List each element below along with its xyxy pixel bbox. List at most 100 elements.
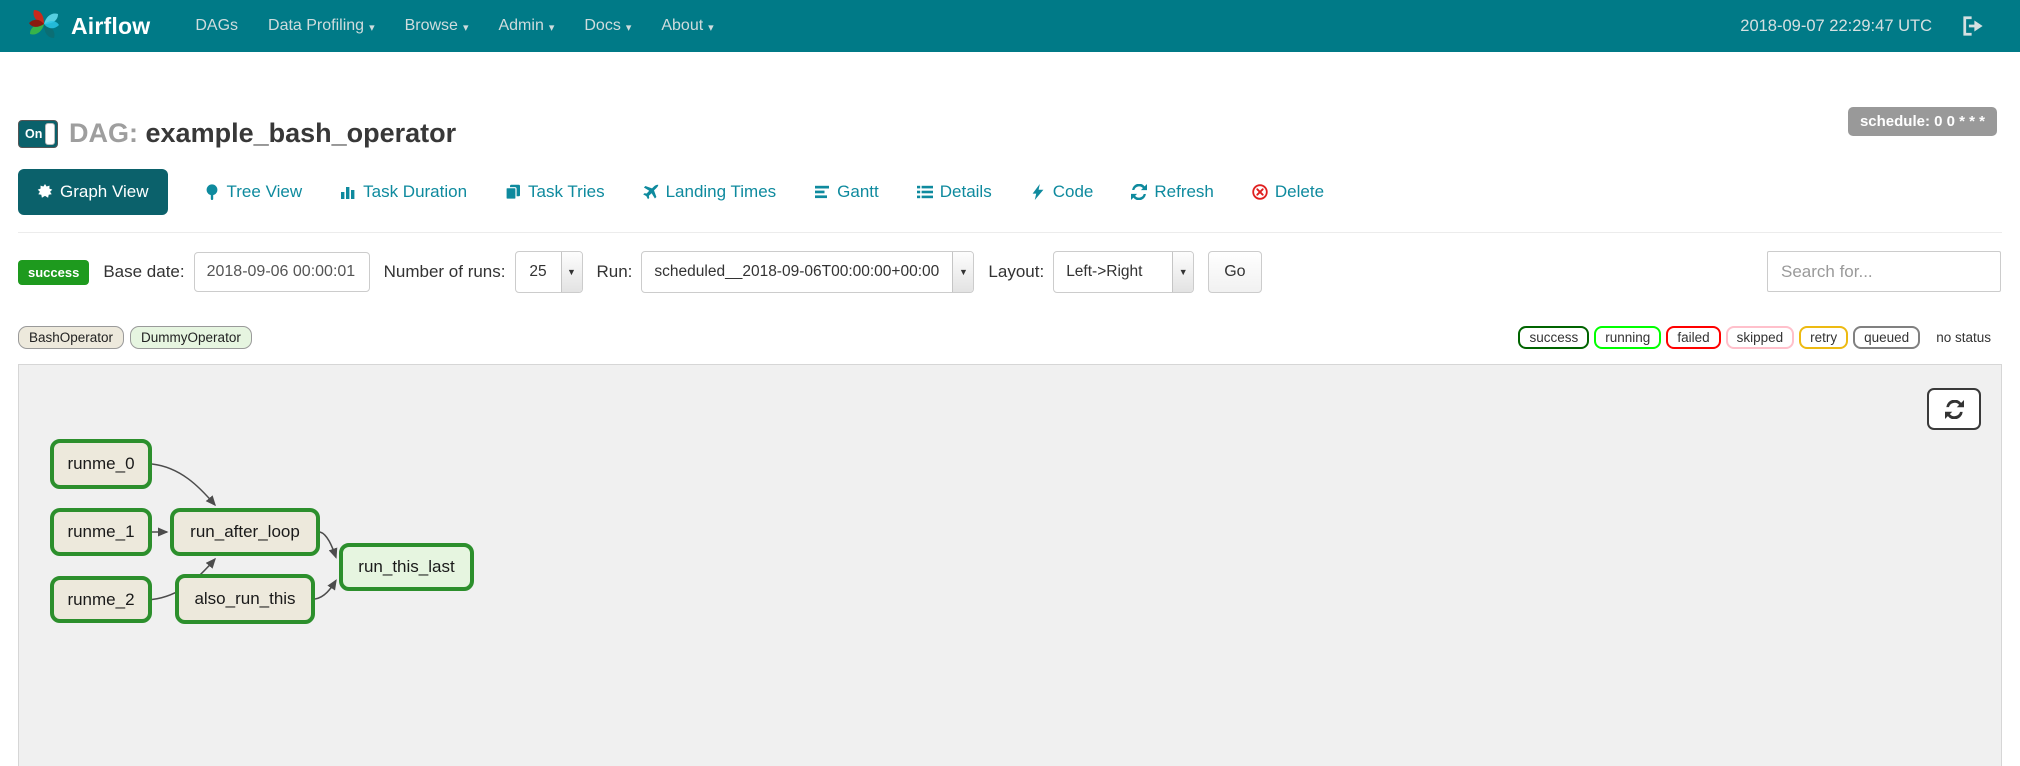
tab-task-tries[interactable]: Task Tries [503, 169, 607, 215]
status-pill-skipped: skipped [1725, 326, 1795, 349]
schedule-badge: schedule: 0 0 * * * [1847, 107, 1997, 136]
status-pill-running: running [1594, 326, 1662, 349]
tab-label: Refresh [1154, 182, 1214, 201]
dag-prefix: DAG: [69, 118, 138, 148]
run-label: Run: [596, 262, 633, 281]
dag-edges [151, 463, 338, 601]
chevron-down-icon: ▼ [952, 252, 974, 292]
graph-node-runme-2[interactable]: runme_2 [50, 576, 152, 623]
tab-label: Details [939, 182, 992, 201]
view-tabs: Graph View Tree View Task Duration Task Tri… [18, 169, 2002, 215]
operator-legend: BashOperator DummyOperator [18, 326, 252, 349]
plane-icon [642, 184, 659, 200]
run-value: scheduled__2018-09-06T00:00:00+00:00 [654, 263, 940, 280]
dag-edge-run-after-loop-to-run-this-last [319, 531, 338, 559]
dag-edge-runme-0-to-run-after-loop [151, 463, 216, 507]
refresh-icon [1131, 184, 1148, 200]
num-runs-label: Number of runs: [383, 262, 506, 281]
dag-pause-toggle[interactable]: On [18, 119, 58, 148]
brand-name: Airflow [71, 12, 151, 39]
graph-refresh-button[interactable] [1927, 388, 1981, 430]
delete-icon [1252, 184, 1268, 200]
status-legend: success running failed skipped retry queued no… [1518, 326, 2002, 349]
nav-menu: DAGs Data Profiling ▾ Browse ▾ Admin ▾ Docs ▾ Abo… [180, 17, 728, 35]
divider [18, 232, 2002, 233]
tab-label: Tree View [226, 182, 303, 201]
tab-label: Task Duration [363, 182, 468, 201]
chevron-down-icon: ▼ [560, 252, 582, 292]
status-pill-success: success [1518, 326, 1590, 349]
chevron-down-icon: ▾ [462, 21, 469, 34]
utc-clock: 2018-09-07 22:29:47 UTC [1740, 16, 1932, 35]
layout-label: Layout: [988, 262, 1045, 281]
airflow-pinwheel-icon [26, 6, 62, 47]
graph-node-runme-0[interactable]: runme_0 [50, 439, 152, 489]
nav-item-docs[interactable]: Docs ▾ [569, 17, 646, 35]
dagrun-status-badge: success [18, 259, 90, 285]
status-pill-queued: queued [1853, 326, 1921, 349]
tab-tree-view[interactable]: Tree View [202, 169, 305, 215]
airflow-brand[interactable]: Airflow [26, 6, 150, 47]
base-date-label: Base date: [103, 262, 185, 281]
filter-bar: success Base date: Number of runs: 25 ▼ … [18, 251, 2002, 293]
navbar: Airflow DAGs Data Profiling ▾ Browse ▾ Admin ▾… [0, 0, 2020, 52]
status-pill-retry: retry [1799, 326, 1849, 349]
align-left-icon [814, 184, 830, 200]
dag-name: example_bash_operator [145, 118, 457, 148]
list-icon [916, 184, 933, 200]
num-runs-value: 25 [529, 263, 547, 280]
chevron-down-icon: ▾ [548, 21, 555, 34]
layout-select[interactable]: Left->Right ▼ [1053, 251, 1195, 293]
tab-landing-times[interactable]: Landing Times [641, 169, 779, 215]
graph-node-runme-1[interactable]: runme_1 [50, 508, 152, 556]
tab-graph-view[interactable]: Graph View [18, 169, 168, 215]
tree-icon [204, 184, 220, 200]
operator-pill-dummyoperator: DummyOperator [130, 326, 252, 349]
num-runs-select[interactable]: 25 ▼ [514, 251, 583, 293]
bar-chart-icon [340, 184, 356, 200]
toggle-on-label: On [25, 126, 43, 141]
bolt-icon [1030, 184, 1046, 200]
sunburst-icon [37, 184, 53, 200]
logout-icon[interactable] [1962, 15, 1984, 37]
search-input[interactable] [1767, 251, 2001, 292]
tab-gantt[interactable]: Gantt [812, 169, 881, 215]
chevron-down-icon: ▼ [1172, 252, 1194, 292]
tab-label: Graph View [60, 182, 149, 201]
layout-value: Left->Right [1066, 263, 1143, 280]
status-pill-no-status: no status [1925, 326, 2002, 349]
base-date-input[interactable] [193, 252, 370, 292]
tab-label: Gantt [837, 182, 879, 201]
go-button[interactable]: Go [1208, 251, 1262, 293]
status-pill-failed: failed [1666, 326, 1721, 349]
tab-label: Task Tries [528, 182, 605, 201]
dag-graph-canvas: runme_0 runme_1 runme_2 run_after_loop also_… [18, 364, 2002, 766]
nav-item-data-profiling[interactable]: Data Profiling ▾ [253, 17, 390, 35]
nav-item-dags[interactable]: DAGs [180, 17, 253, 35]
toggle-knob [45, 122, 55, 145]
operator-pill-bashoperator: BashOperator [18, 326, 125, 349]
tab-delete[interactable]: Delete [1250, 169, 1326, 215]
dag-edge-also-run-this-to-run-this-last [314, 579, 337, 600]
tab-label: Delete [1274, 182, 1325, 201]
tab-label: Code [1052, 182, 1094, 201]
tab-refresh[interactable]: Refresh [1129, 169, 1216, 215]
legend-row: BashOperator DummyOperator success running… [18, 326, 2002, 349]
tab-code[interactable]: Code [1028, 169, 1096, 215]
nav-item-browse[interactable]: Browse ▾ [390, 17, 484, 35]
page-title: DAG: example_bash_operator [69, 118, 456, 149]
nav-item-admin[interactable]: Admin ▾ [483, 17, 569, 35]
graph-node-also-run-this[interactable]: also_run_this [175, 574, 315, 624]
dag-title-row: On DAG: example_bash_operator [18, 52, 2002, 149]
tab-label: Landing Times [665, 182, 777, 201]
chevron-down-icon: ▾ [708, 21, 714, 34]
graph-node-run-this-last[interactable]: run_this_last [339, 543, 474, 591]
graph-node-run-after-loop[interactable]: run_after_loop [170, 508, 320, 556]
chevron-down-icon: ▾ [625, 21, 632, 34]
chevron-down-icon: ▾ [369, 21, 375, 34]
copy-icon [505, 184, 521, 200]
run-select[interactable]: scheduled__2018-09-06T00:00:00+00:00 ▼ [641, 251, 975, 293]
tab-task-duration[interactable]: Task Duration [338, 169, 469, 215]
tab-details[interactable]: Details [915, 169, 994, 215]
nav-item-about[interactable]: About ▾ [646, 17, 728, 35]
